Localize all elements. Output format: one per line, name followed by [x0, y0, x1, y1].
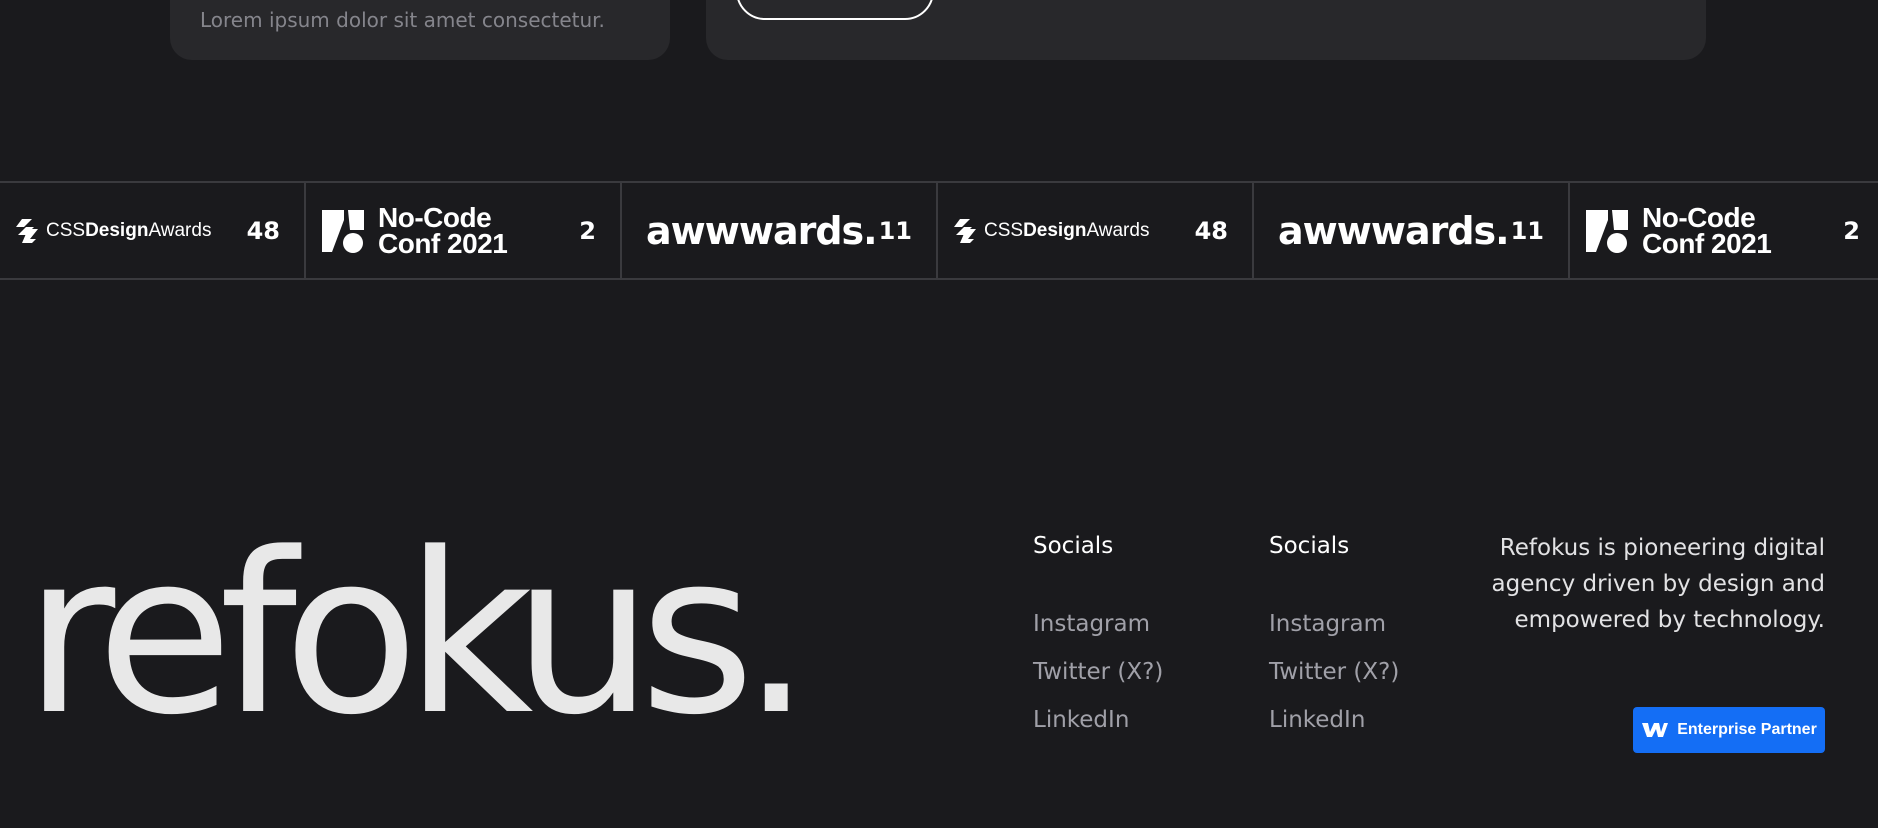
award-count: 48 [1194, 216, 1228, 245]
linkedin-link[interactable]: LinkedIn [1269, 704, 1469, 736]
awwwards-logo: awwwards. [646, 208, 878, 253]
column-title: Socials [1269, 533, 1350, 559]
brand-wordmark: refokus. [24, 506, 812, 764]
award-count: 11 [878, 216, 912, 245]
twitter-link[interactable]: Twitter (X?) [1269, 656, 1469, 688]
card-description: Lorem ipsum dolor sit amet consectetur. [200, 8, 605, 32]
award-item: awwwards. 11 [1254, 183, 1570, 278]
partner-label: Enterprise Partner [1677, 721, 1817, 738]
nocode-conf-logo: No-Code Conf 2021 [1584, 183, 1772, 278]
column-title: Socials [1033, 533, 1114, 559]
footer-column-socials: Socials Instagram Twitter (X?) LinkedIn [1033, 530, 1233, 752]
cssdesignawards-logo: CSSDesignAwards [952, 183, 1149, 278]
cssdesignawards-logo: CSSDesignAwards [14, 183, 211, 278]
award-count: 2 [1843, 216, 1860, 245]
award-item: No-Code Conf 2021 2 [1570, 183, 1878, 278]
instagram-link[interactable]: Instagram [1033, 608, 1233, 640]
twitter-link[interactable]: Twitter (X?) [1033, 656, 1233, 688]
page: Lorem ipsum dolor sit amet consectetur. … [0, 0, 1878, 828]
contact-us-button[interactable]: Contact Us [736, 0, 935, 20]
nocode-conf-logo: No-Code Conf 2021 [320, 183, 508, 278]
cssda-mark-icon [16, 218, 38, 243]
footer-column-socials: Socials Instagram Twitter (X?) LinkedIn [1269, 530, 1469, 752]
about-text: Refokus is pioneering digital agency dri… [1491, 535, 1826, 633]
awwwards-logo: awwwards. [1278, 208, 1510, 253]
cssda-mark-icon [954, 218, 976, 243]
contact-card: Contact Us [706, 0, 1706, 60]
award-item: No-Code Conf 2021 2 [306, 183, 622, 278]
nocode-mark-icon [322, 209, 364, 253]
award-item: CSSDesignAwards 48 [938, 183, 1254, 278]
award-count: 48 [246, 216, 280, 245]
awards-strip: CSSDesignAwards 48 No-Code Conf 2021 2 a… [0, 181, 1878, 280]
instagram-link[interactable]: Instagram [1269, 608, 1469, 640]
webflow-icon [1642, 723, 1669, 737]
award-count: 2 [579, 216, 596, 245]
linkedin-link[interactable]: LinkedIn [1033, 704, 1233, 736]
award-count: 11 [1510, 216, 1544, 245]
info-card: Lorem ipsum dolor sit amet consectetur. [170, 0, 670, 60]
award-item: awwwards. 11 [622, 183, 938, 278]
award-item: CSSDesignAwards 48 [0, 183, 306, 278]
nocode-mark-icon [1586, 209, 1628, 253]
enterprise-partner-badge[interactable]: Enterprise Partner [1633, 707, 1825, 753]
